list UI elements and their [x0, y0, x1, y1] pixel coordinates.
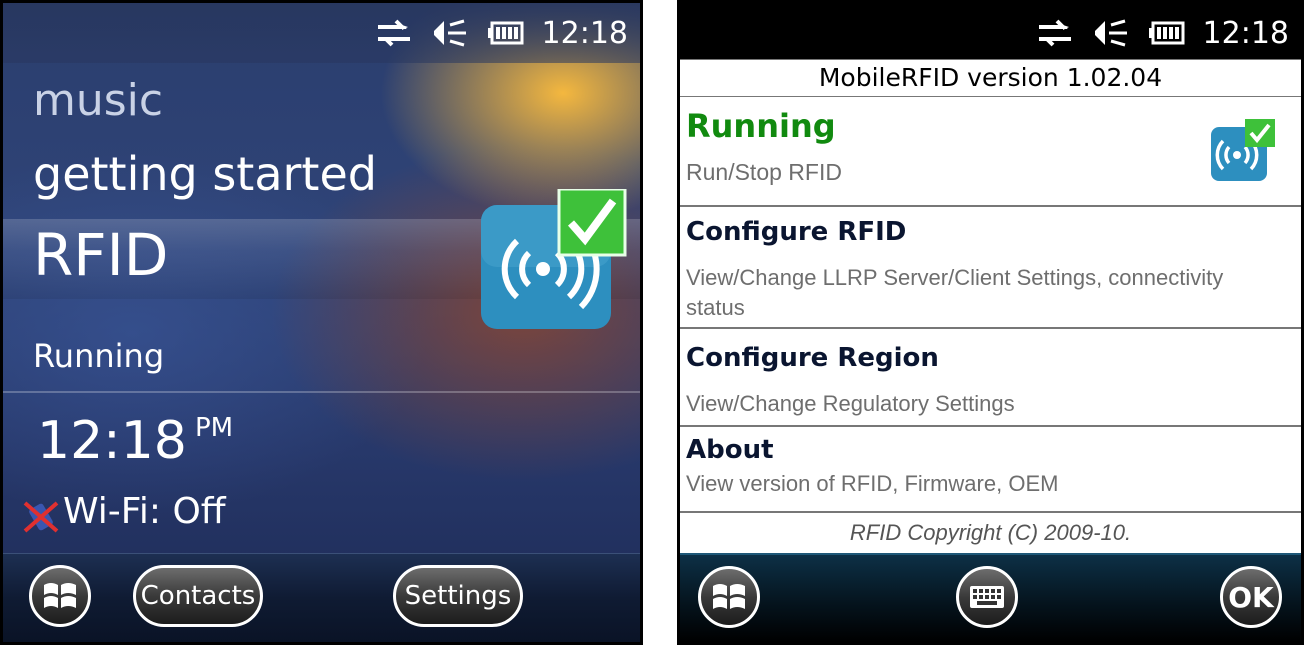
soft-key-bar: OK — [680, 553, 1301, 642]
divider — [3, 391, 640, 393]
battery-icon — [1148, 21, 1185, 45]
menu-item-running[interactable]: Running Run/Stop RFID — [680, 97, 1301, 207]
battery-icon — [487, 21, 524, 45]
home-item-music[interactable]: music — [33, 75, 163, 126]
start-button[interactable] — [29, 565, 91, 627]
menu-item-title: Running — [686, 107, 836, 145]
menu-item-description: View/Change LLRP Server/Client Settings,… — [686, 265, 1224, 320]
speaker-icon — [1094, 19, 1127, 47]
sync-arrows-icon — [377, 19, 410, 47]
menu-item-description: View version of RFID, Firmware, OEM — [686, 471, 1059, 496]
status-bar: 12:18 — [680, 3, 1301, 63]
ok-label: OK — [1228, 580, 1274, 614]
rfid-running-icon[interactable] — [1211, 119, 1275, 181]
windows-logo-icon — [713, 584, 745, 609]
menu-item-description: Run/Stop RFID — [686, 159, 842, 185]
home-screen: 12:18 music getting started RFID Running… — [0, 0, 643, 645]
menu-item-about[interactable]: About View version of RFID, Firmware, OE… — [680, 427, 1301, 513]
home-clock-ampm: PM — [195, 413, 234, 443]
status-bar: 12:18 — [3, 3, 640, 63]
keyboard-button[interactable] — [956, 566, 1018, 628]
soft-key-bar: Contacts Settings — [3, 553, 640, 642]
menu-item-title: Configure RFID — [686, 217, 907, 247]
menu-item-description: View/Change Regulatory Settings — [686, 391, 1015, 416]
ok-button[interactable]: OK — [1220, 566, 1282, 628]
windows-logo-icon — [44, 583, 76, 608]
menu-item-title: Configure Region — [686, 343, 939, 373]
start-button[interactable] — [698, 566, 760, 628]
app-title: MobileRFID version 1.02.04 — [680, 59, 1301, 97]
home-item-rfid[interactable]: RFID — [33, 221, 168, 289]
rfid-running-icon[interactable] — [481, 189, 627, 329]
home-clock[interactable]: 12:18 — [37, 411, 187, 471]
rfid-status-text: Running — [33, 337, 165, 375]
status-clock: 12:18 — [1202, 15, 1289, 51]
contacts-softkey[interactable]: Contacts — [133, 565, 263, 627]
sync-arrows-icon — [1038, 19, 1071, 47]
menu-item-configure-region[interactable]: Configure Region View/Change Regulatory … — [680, 329, 1301, 427]
wifi-off-icon — [23, 501, 59, 533]
menu-item-configure-rfid[interactable]: Configure RFID View/Change LLRP Server/C… — [680, 207, 1301, 329]
home-item-getting-started[interactable]: getting started — [33, 147, 377, 201]
wifi-status[interactable]: Wi-Fi: Off — [63, 491, 226, 532]
menu-item-title: About — [686, 435, 774, 465]
speaker-icon — [433, 19, 466, 47]
keyboard-icon — [970, 586, 1004, 608]
copyright-text: RFID Copyright (C) 2009-10. — [680, 513, 1301, 558]
mobilerfid-app: 12:18 MobileRFID version 1.02.04 Running… — [677, 0, 1304, 645]
status-clock: 12:18 — [541, 15, 628, 51]
settings-softkey[interactable]: Settings — [393, 565, 523, 627]
